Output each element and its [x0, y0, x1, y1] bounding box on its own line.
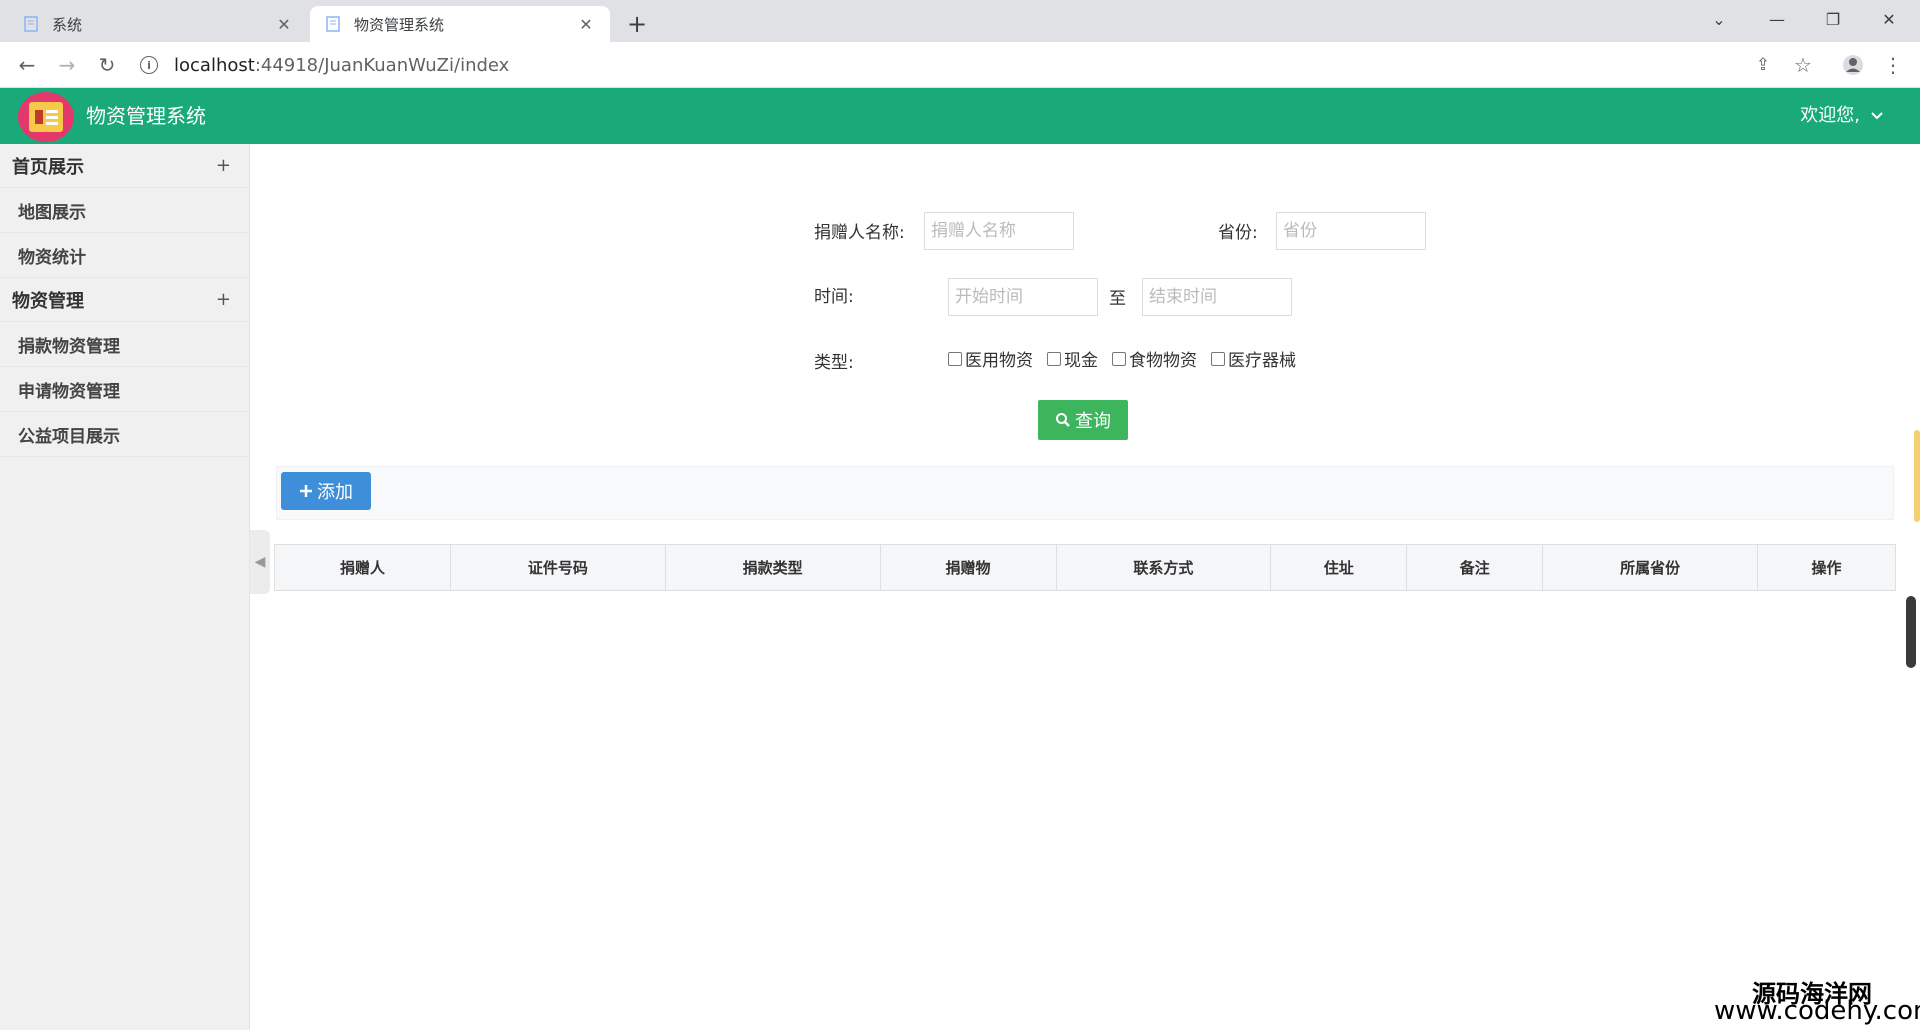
url-host: localhost	[174, 54, 255, 76]
checkbox-icon[interactable]	[1047, 351, 1061, 366]
user-menu[interactable]: 欢迎您,	[1800, 88, 1884, 144]
action-toolbar	[276, 466, 1894, 520]
group-label: 首页展示	[12, 156, 84, 178]
end-time-input[interactable]	[1142, 278, 1292, 316]
start-time-input[interactable]	[948, 278, 1098, 316]
col-donor[interactable]: 捐赠人	[274, 544, 451, 591]
chevron-down-icon	[1871, 112, 1883, 120]
scroll-indicator[interactable]	[1914, 430, 1920, 522]
page-icon	[22, 15, 40, 33]
col-operation: 操作	[1757, 544, 1896, 591]
add-button[interactable]: 添加	[281, 472, 371, 510]
group-label: 物资管理	[12, 290, 84, 312]
time-label: 时间:	[814, 287, 854, 307]
plus-icon	[300, 485, 312, 497]
col-province[interactable]: 所属省份	[1542, 544, 1759, 591]
col-contact[interactable]: 联系方式	[1055, 544, 1272, 591]
back-icon[interactable]: ←	[12, 50, 42, 80]
sidebar-item-applications[interactable]: 申请物资管理	[0, 367, 249, 412]
sidebar-collapse-handle[interactable]: ◀	[250, 530, 270, 594]
donation-table: 捐赠人 证件号码 捐款类型 捐赠物 联系方式 住址 备注 所属省份 操作	[274, 544, 1896, 591]
donor-label: 捐赠人名称:	[814, 223, 905, 243]
query-button[interactable]: 查询	[1038, 400, 1128, 440]
app-header: 物资管理系统 欢迎您,	[0, 88, 1920, 144]
share-icon[interactable]: ⇪	[1748, 50, 1778, 80]
sidebar-item-map[interactable]: 地图展示	[0, 188, 249, 233]
tab-search-icon[interactable]: ⌄	[1696, 0, 1742, 38]
browser-toolbar: ← → ↻ i localhost:44918/JuanKuanWuZi/ind…	[0, 42, 1920, 88]
watermark-url: www.codehy.com	[1714, 996, 1920, 1026]
province-label: 省份:	[1218, 223, 1258, 243]
star-icon[interactable]: ☆	[1788, 50, 1818, 80]
page-icon	[324, 15, 342, 33]
restore-icon[interactable]: ❐	[1810, 0, 1856, 38]
type-checkbox-cash[interactable]: 现金	[1047, 346, 1098, 371]
window-close-icon[interactable]: ✕	[1866, 0, 1912, 38]
forward-icon[interactable]: →	[52, 50, 82, 80]
col-donation-type[interactable]: 捐款类型	[664, 544, 881, 591]
close-icon[interactable]: ✕	[576, 15, 596, 34]
table-header-row: 捐赠人 证件号码 捐款类型 捐赠物 联系方式 住址 备注 所属省份 操作	[274, 544, 1896, 591]
add-label: 添加	[317, 482, 353, 503]
col-id-number[interactable]: 证件号码	[449, 544, 666, 591]
search-icon	[1056, 413, 1070, 427]
query-label: 查询	[1075, 411, 1111, 432]
url-path: :44918/JuanKuanWuZi/index	[254, 54, 510, 76]
sidebar-group-materials[interactable]: 物资管理 +	[0, 278, 249, 322]
type-label: 类型:	[814, 353, 854, 373]
donor-name-input[interactable]	[924, 212, 1074, 250]
expand-icon[interactable]: +	[216, 155, 231, 176]
type-checkbox-food[interactable]: 食物物资	[1112, 346, 1197, 371]
browser-tab-wuzi[interactable]: 物资管理系统 ✕	[310, 6, 610, 42]
type-checkbox-equipment[interactable]: 医疗器械	[1211, 346, 1296, 371]
browser-tab-system[interactable]: 系统 ✕	[8, 6, 308, 42]
type-checkbox-medical[interactable]: 医用物资	[948, 346, 1033, 371]
tab-label: 系统	[52, 15, 83, 34]
type-checkbox-group: 医用物资 现金 食物物资 医疗器械	[948, 346, 1296, 371]
tab-label: 物资管理系统	[354, 15, 445, 34]
col-donation-item[interactable]: 捐赠物	[879, 544, 1057, 591]
col-address[interactable]: 住址	[1270, 544, 1408, 591]
sidebar-item-donations[interactable]: 捐款物资管理	[0, 322, 249, 367]
expand-icon[interactable]: +	[216, 289, 231, 310]
app-title: 物资管理系统	[86, 104, 206, 128]
new-tab-button[interactable]: +	[622, 9, 652, 39]
profile-icon[interactable]	[1838, 50, 1868, 80]
reload-icon[interactable]: ↻	[92, 50, 122, 80]
browser-tab-strip: 系统 ✕ 物资管理系统 ✕ + ⌄ — ❐ ✕	[0, 0, 1920, 42]
close-icon[interactable]: ✕	[274, 15, 294, 34]
checkbox-icon[interactable]	[1211, 351, 1225, 366]
app-logo	[18, 92, 74, 142]
info-icon[interactable]: i	[140, 56, 158, 74]
sidebar-group-home[interactable]: 首页展示 +	[0, 144, 249, 188]
sidebar: 首页展示 + 地图展示 物资统计 物资管理 + 捐款物资管理 申请物资管理 公益…	[0, 144, 250, 1030]
to-label: 至	[1109, 289, 1126, 309]
province-input[interactable]	[1276, 212, 1426, 250]
minimize-icon[interactable]: —	[1754, 0, 1800, 38]
checkbox-icon[interactable]	[948, 351, 962, 366]
sidebar-item-statistics[interactable]: 物资统计	[0, 233, 249, 278]
scrollbar-thumb[interactable]	[1906, 596, 1916, 668]
sidebar-item-projects[interactable]: 公益项目展示	[0, 412, 249, 457]
welcome-text: 欢迎您,	[1800, 105, 1860, 126]
col-remark[interactable]: 备注	[1406, 544, 1544, 591]
menu-kebab-icon[interactable]: ⋮	[1878, 50, 1908, 80]
checkbox-icon[interactable]	[1112, 351, 1126, 366]
address-bar[interactable]: i localhost:44918/JuanKuanWuZi/index	[140, 48, 1740, 82]
